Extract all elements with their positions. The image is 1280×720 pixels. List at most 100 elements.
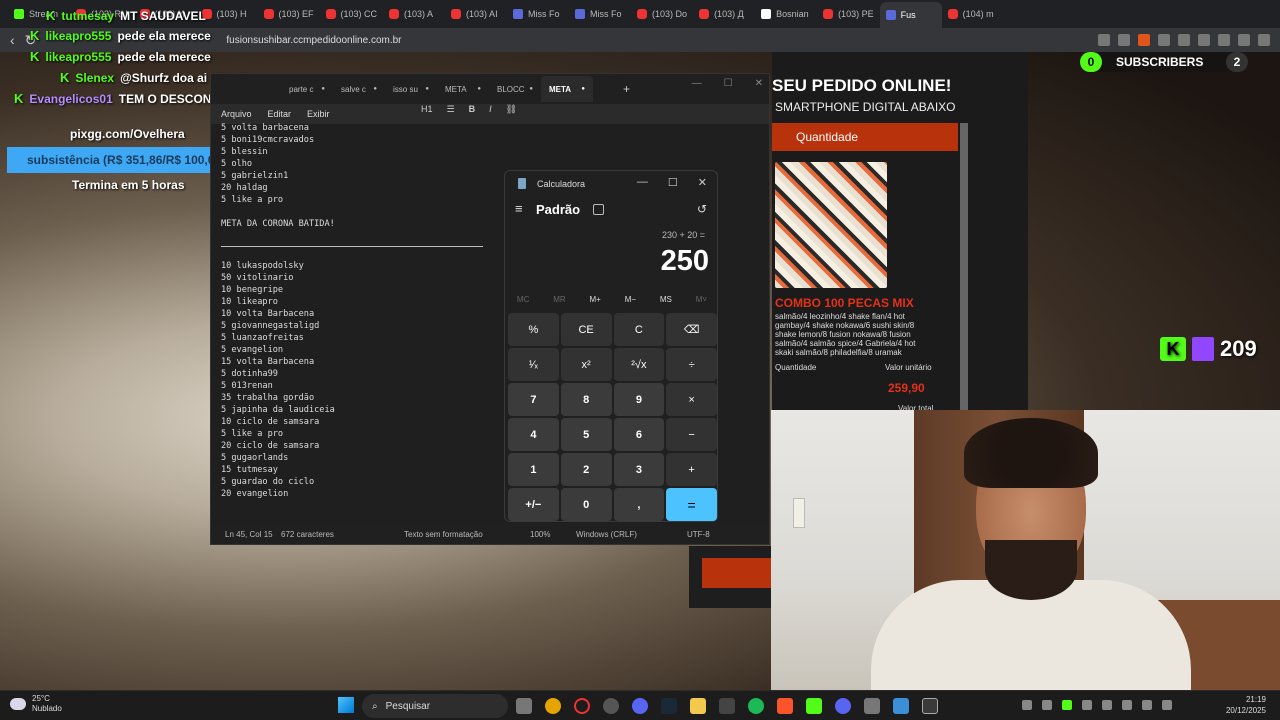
app-icon[interactable] [864, 698, 880, 714]
browser-tab[interactable]: Miss Fo [569, 3, 631, 25]
extension-icon[interactable] [1158, 34, 1170, 46]
share-icon[interactable] [1098, 34, 1110, 46]
browser-tab[interactable]: (103) AI [445, 3, 507, 25]
calc-key[interactable]: × [666, 383, 717, 416]
unsaved-dot-icon[interactable]: ● [477, 86, 481, 92]
tray-icon[interactable] [1062, 700, 1072, 710]
calc-key[interactable]: 8 [560, 383, 612, 416]
weather-widget[interactable]: 25°C Nublado [10, 694, 62, 714]
browser-tab[interactable]: (103) Do [631, 3, 693, 25]
memory-button[interactable]: M˅ [696, 295, 707, 304]
italic-button[interactable]: I [489, 104, 492, 115]
unsaved-dot-icon[interactable]: ● [529, 86, 533, 92]
unsaved-dot-icon[interactable]: ● [373, 86, 377, 92]
calc-key[interactable]: ¹⁄ₓ [508, 348, 559, 381]
start-button[interactable] [338, 697, 354, 713]
notepad-tab[interactable]: META ● [437, 76, 489, 102]
tray-icon[interactable] [1042, 700, 1052, 710]
menu-editar[interactable]: Editar [268, 109, 292, 119]
browser-tab[interactable]: (103) CC [320, 3, 384, 25]
product-image[interactable] [775, 162, 887, 288]
bold-button[interactable]: B [469, 104, 476, 115]
notepad-tab[interactable]: parte c ● [281, 76, 333, 102]
calc-key[interactable]: 0 [560, 488, 612, 521]
notepad-tab[interactable]: META ● [541, 76, 593, 102]
menu-exibir[interactable]: Exibir [307, 109, 330, 119]
unsaved-dot-icon[interactable]: ● [425, 86, 429, 92]
chevron-up-icon[interactable] [1022, 700, 1032, 710]
history-icon[interactable]: ↺ [697, 202, 707, 216]
url-field[interactable]: fusionsushibar.ccmpedidoonline.com.br [226, 35, 401, 46]
calculator-icon[interactable] [922, 698, 938, 714]
clock[interactable]: 21:19 20/12/2025 [1226, 694, 1266, 716]
browser-tab[interactable]: Bosnian [755, 3, 817, 25]
memory-button[interactable]: MR [553, 295, 565, 304]
calc-key[interactable]: CE [560, 313, 612, 346]
heading-select[interactable]: H1 [421, 104, 433, 115]
notepad-icon[interactable] [893, 698, 909, 714]
discord-icon[interactable] [835, 698, 851, 714]
maximize-icon[interactable]: ☐ [668, 176, 678, 189]
calc-key[interactable]: 2 [560, 453, 612, 486]
calc-key[interactable]: − [666, 418, 717, 451]
calc-key[interactable]: 7 [508, 383, 559, 416]
minimize-icon[interactable]: — [692, 78, 702, 89]
bookmark-icon[interactable] [1118, 34, 1130, 46]
unsaved-dot-icon[interactable]: ● [321, 86, 325, 92]
order-button[interactable] [702, 558, 772, 588]
microphone-icon[interactable] [1142, 700, 1152, 710]
calc-key[interactable]: C [613, 313, 665, 346]
calc-key[interactable]: 3 [613, 453, 665, 486]
minimize-icon[interactable]: — [637, 176, 648, 189]
folder-icon[interactable] [690, 698, 706, 714]
extension-icon[interactable] [1178, 34, 1190, 46]
memory-button[interactable]: M− [625, 295, 636, 304]
brave-shield-icon[interactable] [1138, 34, 1150, 46]
calc-key[interactable]: ²√x [613, 348, 665, 381]
spotify-icon[interactable] [748, 698, 764, 714]
menu-arquivo[interactable]: Arquivo [221, 109, 252, 119]
tray-icon[interactable] [1102, 700, 1112, 710]
calc-key[interactable]: ÷ [666, 348, 717, 381]
browser-tab[interactable]: Miss Fo [507, 3, 569, 25]
browser-tab[interactable]: (103) A [383, 3, 445, 25]
notepad-tab[interactable]: salve c ● [333, 76, 385, 102]
notepad-text-bottom[interactable]: 10 lukaspodolsky 50 vitolinario 10 beneg… [221, 260, 521, 500]
calc-key[interactable]: % [508, 313, 559, 346]
task-view-icon[interactable] [516, 698, 532, 714]
kick-icon[interactable] [806, 698, 822, 714]
browser-tab[interactable]: Fus [879, 2, 942, 28]
opera-icon[interactable] [574, 698, 590, 714]
memory-button[interactable]: MS [660, 295, 672, 304]
calc-key[interactable]: , [613, 488, 665, 521]
steam-icon[interactable] [661, 698, 677, 714]
scrollbar[interactable] [960, 123, 968, 413]
chrome-icon[interactable] [545, 698, 561, 714]
new-tab-button[interactable]: + [623, 82, 630, 96]
close-icon[interactable]: ✕ [755, 78, 763, 89]
hamburger-menu-icon[interactable]: ≡ [515, 201, 523, 216]
calc-key[interactable]: + [666, 453, 717, 486]
puzzle-icon[interactable] [1198, 34, 1210, 46]
close-icon[interactable]: ✕ [698, 176, 707, 189]
calc-key[interactable]: 9 [613, 383, 665, 416]
app-icon[interactable] [632, 698, 648, 714]
menu-icon[interactable] [1258, 34, 1270, 46]
keep-on-top-icon[interactable] [593, 204, 604, 215]
search-box[interactable]: ⌕ Pesquisar [362, 694, 508, 718]
calc-key[interactable]: 4 [508, 418, 559, 451]
obs-icon[interactable] [603, 698, 619, 714]
browser-tab[interactable]: (103) EF [258, 3, 320, 25]
calc-key[interactable]: x² [560, 348, 612, 381]
notepad-tab[interactable]: isso su ● [385, 76, 437, 102]
calc-key[interactable]: 1 [508, 453, 559, 486]
brave-icon[interactable] [777, 698, 793, 714]
tray-icon[interactable] [1082, 700, 1092, 710]
browser-tab[interactable]: (103) Д [693, 3, 755, 25]
back-icon[interactable]: ‹ [10, 32, 15, 48]
list-icon[interactable]: ☰ [447, 104, 455, 115]
memory-button[interactable]: MC [517, 295, 529, 304]
memory-button[interactable]: M+ [590, 295, 601, 304]
calc-key[interactable]: 6 [613, 418, 665, 451]
volume-icon[interactable] [1162, 700, 1172, 710]
